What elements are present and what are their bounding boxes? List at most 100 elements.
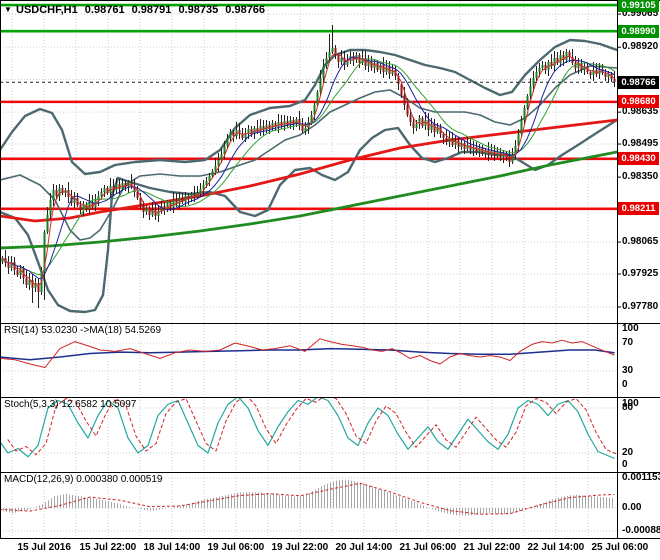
bear-candle [79, 205, 82, 210]
bear-candle [382, 65, 385, 72]
bull-candle [328, 52, 331, 58]
bear-candle [31, 280, 34, 288]
bear-candle [301, 125, 304, 131]
bull-candle [115, 184, 118, 190]
bear-candle [55, 190, 58, 196]
bear-candle [139, 198, 142, 205]
price-tick-label: 0.98350 [622, 171, 659, 183]
bull-candle [529, 86, 532, 96]
rsi-indicator-label: RSI(14) 53.0230 ->MA(18) 54.5269 [4, 325, 162, 336]
macd-scale-label: -0.000887 [622, 525, 660, 536]
bull-candle [214, 166, 217, 171]
bull-candle [145, 208, 148, 212]
bull-candle [523, 108, 526, 120]
bear-candle [412, 122, 415, 128]
rsi-scale-label: 0 [622, 379, 628, 390]
time-axis-label[interactable]: 18 Jul 14:00 [144, 542, 201, 553]
bull-candle [247, 129, 250, 133]
bull-candle [304, 128, 307, 131]
rsi-scale-label: 30 [622, 365, 634, 376]
macd-indicator-label: MACD(12,26,9) 0.000380 0.000519 [4, 474, 163, 485]
bear-candle [442, 134, 445, 138]
bear-candle [457, 141, 460, 147]
time-axis-label[interactable]: 15 Jul 2016 [18, 542, 71, 553]
symbol-dropdown-arrow-icon[interactable]: ▼ [4, 6, 12, 14]
bear-candle [613, 79, 616, 82]
bear-candle [376, 63, 379, 70]
bull-candle [340, 58, 343, 62]
bull-candle [205, 181, 208, 185]
bull-candle [379, 65, 382, 70]
bear-candle [403, 95, 406, 105]
stoch-scale-label: 80 [622, 402, 634, 413]
bear-candle [463, 143, 466, 149]
bull-candle [373, 63, 376, 68]
bear-candle [136, 192, 139, 198]
bull-candle [259, 126, 262, 132]
bear-candle [445, 138, 448, 142]
time-axis-label[interactable]: 19 Jul 22:00 [272, 542, 329, 553]
rsi-scale-label: 70 [622, 337, 634, 348]
stoch-scale-label: 0 [622, 458, 628, 470]
ohlc-high: 0.98791 [131, 4, 172, 16]
time-axis-label[interactable]: 20 Jul 14:00 [336, 542, 393, 553]
time-axis-label[interactable]: 15 Jul 22:00 [80, 542, 137, 553]
bear-candle [370, 61, 373, 68]
time-axis-label[interactable]: 19 Jul 06:00 [208, 542, 265, 553]
bull-candle [553, 58, 556, 66]
bear-candle [508, 158, 511, 162]
bull-candle [331, 48, 334, 52]
bear-candle [589, 72, 592, 75]
symbol-period-label: USDCHF,H1 [16, 4, 78, 16]
bear-candle [421, 118, 424, 126]
macd-scale-label: 0.00 [622, 502, 642, 513]
bear-candle [427, 120, 430, 130]
red-level-badge: 0.98211 [618, 202, 659, 216]
bear-candle [337, 55, 340, 62]
bear-candle [142, 205, 145, 212]
ohlc-open: 0.98761 [84, 4, 125, 16]
bear-candle [124, 183, 127, 187]
rsi-scale-label: 100 [622, 323, 639, 334]
chart-title: USDCHF,H1 0.98761 0.98791 0.98735 0.9876… [16, 4, 269, 16]
time-axis-label[interactable]: 21 Jul 06:00 [400, 542, 457, 553]
bull-candle [538, 68, 541, 72]
bull-candle [226, 138, 229, 146]
time-axis-label[interactable]: 22 Jul 14:00 [528, 542, 585, 553]
bear-candle [7, 263, 10, 268]
macd-scale-label: 0.001153 [622, 472, 660, 483]
bull-candle [166, 203, 169, 210]
red-level-badge: 0.98680 [618, 95, 659, 109]
bull-candle [520, 120, 523, 134]
price-tick-label: 0.97925 [622, 267, 659, 279]
bear-candle [409, 115, 412, 122]
price-tick-label: 0.98065 [622, 236, 659, 248]
bull-candle [559, 55, 562, 63]
price-tick-label: 0.97780 [622, 301, 659, 312]
bull-candle [229, 132, 232, 138]
bear-candle [16, 270, 19, 275]
bull-candle [52, 190, 55, 200]
bull-candle [319, 78, 322, 92]
time-axis-label[interactable]: 25 Jul 06:00 [592, 542, 649, 553]
ohlc-close: 0.98766 [225, 4, 266, 16]
bull-candle [322, 66, 325, 78]
bull-candle [211, 171, 214, 176]
bear-candle [232, 132, 235, 136]
bull-candle [49, 200, 52, 215]
bull-candle [565, 52, 568, 60]
bull-candle [46, 215, 49, 232]
bull-candle [100, 192, 103, 196]
current-price-badge: 0.98766 [618, 75, 659, 89]
bear-candle [25, 278, 28, 285]
bull-candle [325, 58, 328, 66]
trading-chart-window: ▼ USDCHF,H1 0.98761 0.98791 0.98735 0.98… [0, 0, 660, 560]
price-tick-label: 0.98920 [622, 41, 659, 53]
green-level-badge: 0.98990 [618, 24, 659, 38]
bull-candle [535, 72, 538, 78]
bear-candle [406, 105, 409, 115]
bull-candle [526, 96, 529, 108]
bull-candle [202, 185, 205, 189]
price-tick-label: 0.98495 [622, 138, 659, 150]
time-axis-label[interactable]: 21 Jul 22:00 [464, 542, 521, 553]
